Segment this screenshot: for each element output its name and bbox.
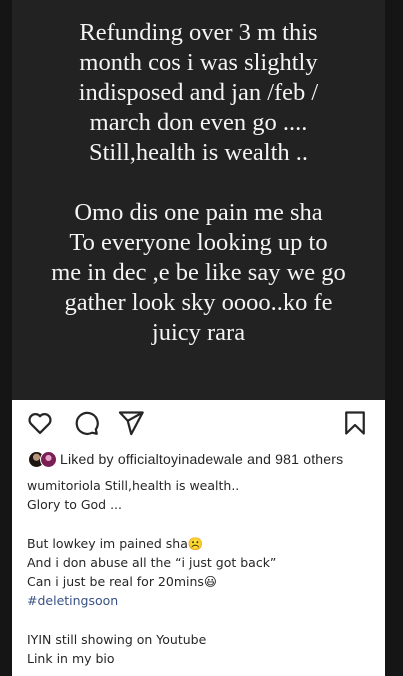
bookmark-icon[interactable] <box>341 409 369 437</box>
likes-text[interactable]: Liked by officialtoyinadewale and 981 ot… <box>60 451 343 467</box>
post-caption: wumitoriola Still,health is wealth.. Glo… <box>27 476 377 668</box>
story-line: indisposed and jan /feb / <box>78 79 319 106</box>
story-line: march don even go .... <box>89 109 308 136</box>
share-icon[interactable] <box>117 409 145 437</box>
caption-text: Still,health is wealth.. <box>104 478 240 493</box>
story-line: Still,health is wealth .. <box>88 139 309 166</box>
story-line: To everyone looking up to <box>69 229 328 256</box>
story-line: month cos i was slightly <box>79 49 318 76</box>
likes-prefix: Liked by <box>60 451 114 467</box>
story-line: gather look sky oooo..ko fe <box>64 289 333 316</box>
heart-icon[interactable] <box>26 409 54 437</box>
caption-line <box>27 514 377 533</box>
story-paragraph-1: Refunding over 3 m this month cos i was … <box>12 18 385 168</box>
post-frame: Refunding over 3 m this month cos i was … <box>12 0 385 676</box>
avatar[interactable] <box>40 451 57 468</box>
likes-connector: and <box>247 451 272 467</box>
caption-line: But lowkey im pained sha☹️ <box>27 535 204 551</box>
comment-icon[interactable] <box>72 409 100 437</box>
story-line: Omo dis one pain me sha <box>74 199 323 226</box>
likes-row: Liked by officialtoyinadewale and 981 ot… <box>12 448 385 472</box>
caption-line <box>27 610 377 629</box>
hashtag-link[interactable]: #deletingsoon <box>27 591 377 610</box>
caption-line: wumitoriola Still,health is wealth.. <box>27 476 377 495</box>
caption-line: Glory to God ... <box>27 497 123 513</box>
post-action-bar <box>12 400 385 448</box>
caption-line: And i don abuse all the “i just got back… <box>27 554 277 570</box>
likes-others-link[interactable]: 981 others <box>275 451 343 467</box>
caption-line: Link in my bio <box>27 650 115 666</box>
story-line: me in dec ,e be like say we go <box>51 259 346 286</box>
story-line: Refunding over 3 m this <box>79 19 318 46</box>
story-paragraph-2: Omo dis one pain me sha To everyone look… <box>12 198 385 348</box>
caption-line: IYIN still showing on Youtube <box>27 631 207 647</box>
caption-username[interactable]: wumitoriola <box>27 478 101 493</box>
story-line: juicy rara <box>151 319 246 346</box>
caption-line: Can i just be real for 20mins😃 <box>27 573 217 589</box>
likes-user-link[interactable]: officialtoyinadewale <box>118 451 243 467</box>
story-text-image: Refunding over 3 m this month cos i was … <box>12 0 385 400</box>
